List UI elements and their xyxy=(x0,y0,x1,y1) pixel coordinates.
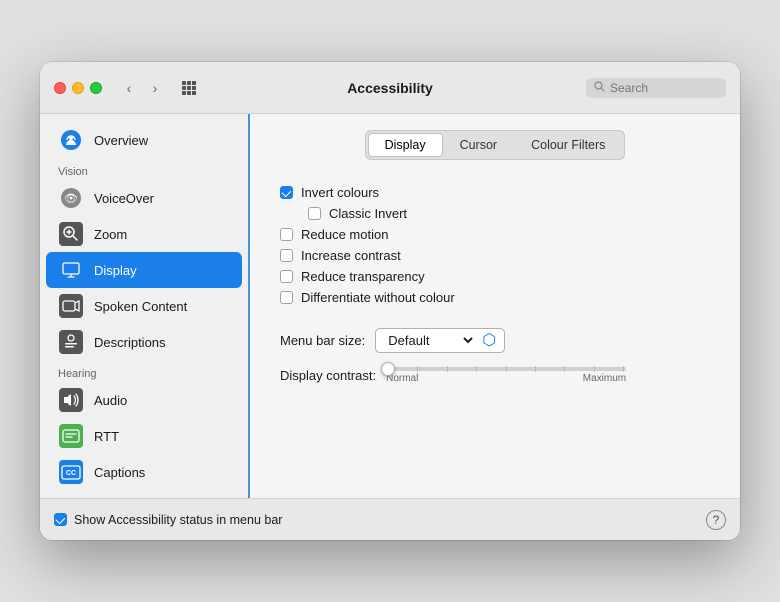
nav-buttons: ‹ › xyxy=(118,77,166,99)
differentiate-colour-label: Differentiate without colour xyxy=(301,290,455,305)
differentiate-colour-row: Differentiate without colour xyxy=(270,287,720,308)
zoom-label: Zoom xyxy=(94,227,127,242)
sidebar-item-rtt[interactable]: RTT xyxy=(46,418,242,454)
tab-display[interactable]: Display xyxy=(368,133,443,157)
classic-invert-label: Classic Invert xyxy=(329,206,407,221)
sidebar-item-descriptions[interactable]: Descriptions xyxy=(46,324,242,360)
reduce-transparency-checkbox[interactable] xyxy=(280,270,293,283)
tab-cursor[interactable]: Cursor xyxy=(443,133,515,157)
right-panel: Display Cursor Colour Filters Invert col… xyxy=(250,114,740,498)
overview-icon xyxy=(58,127,84,153)
traffic-lights xyxy=(54,82,102,94)
slider-thumb[interactable] xyxy=(381,362,395,376)
display-icon xyxy=(58,257,84,283)
spoken-content-label: Spoken Content xyxy=(94,299,187,314)
captions-label: Captions xyxy=(94,465,145,480)
invert-colours-checkbox[interactable] xyxy=(280,186,293,199)
captions-icon: CC xyxy=(58,459,84,485)
close-button[interactable] xyxy=(54,82,66,94)
reduce-motion-label: Reduce motion xyxy=(301,227,388,242)
display-label: Display xyxy=(94,263,137,278)
menu-bar-size-select[interactable]: Default Large xyxy=(384,332,476,349)
sidebar-item-zoom[interactable]: Zoom xyxy=(46,216,242,252)
sidebar-item-captions[interactable]: CC Captions xyxy=(46,454,242,490)
sidebar-item-display[interactable]: Display xyxy=(46,252,242,288)
slider-labels: Normal Maximum xyxy=(386,373,626,384)
invert-colours-row: Invert colours xyxy=(270,182,720,203)
help-button[interactable]: ? xyxy=(706,510,726,530)
reduce-transparency-label: Reduce transparency xyxy=(301,269,425,284)
invert-colours-label: Invert colours xyxy=(301,185,379,200)
overview-label: Overview xyxy=(94,133,148,148)
select-arrow-icon: ⬡ xyxy=(482,333,496,349)
search-icon xyxy=(594,81,605,95)
slider-max-label: Maximum xyxy=(583,373,626,384)
show-accessibility-checkbox[interactable] xyxy=(54,513,67,526)
minimize-button[interactable] xyxy=(72,82,84,94)
divider xyxy=(270,308,720,320)
classic-invert-checkbox[interactable] xyxy=(308,207,321,220)
display-contrast-row: Display contrast: xyxy=(270,361,720,390)
audio-label: Audio xyxy=(94,393,127,408)
spoken-content-icon xyxy=(58,293,84,319)
maximize-button[interactable] xyxy=(90,82,102,94)
search-input[interactable] xyxy=(610,81,718,95)
zoom-icon xyxy=(58,221,84,247)
svg-text:CC: CC xyxy=(66,470,76,477)
show-accessibility-label: Show Accessibility status in menu bar xyxy=(74,513,282,527)
audio-icon xyxy=(58,387,84,413)
main-content: Overview Vision 👁 VoiceOver xyxy=(40,114,740,498)
menu-bar-size-label: Menu bar size: xyxy=(280,333,365,348)
reduce-motion-row: Reduce motion xyxy=(270,224,720,245)
search-bar[interactable] xyxy=(586,78,726,98)
descriptions-label: Descriptions xyxy=(94,335,166,350)
bottom-bar: Show Accessibility status in menu bar ? xyxy=(40,498,740,540)
sidebar-item-spoken-content[interactable]: Spoken Content xyxy=(46,288,242,324)
reduce-motion-checkbox[interactable] xyxy=(280,228,293,241)
differentiate-colour-checkbox[interactable] xyxy=(280,291,293,304)
tab-colour-filters[interactable]: Colour Filters xyxy=(514,133,622,157)
voiceover-icon: 👁 xyxy=(58,185,84,211)
back-button[interactable]: ‹ xyxy=(118,77,140,99)
classic-invert-row: Classic Invert xyxy=(270,203,720,224)
main-window: ‹ › Accessibility xyxy=(40,62,740,540)
svg-text:👁: 👁 xyxy=(64,193,78,205)
menu-bar-size-select-wrapper[interactable]: Default Large ⬡ xyxy=(375,328,505,353)
descriptions-icon xyxy=(58,329,84,355)
sidebar-item-audio[interactable]: Audio xyxy=(46,382,242,418)
rtt-label: RTT xyxy=(94,429,119,444)
increase-contrast-checkbox[interactable] xyxy=(280,249,293,262)
rtt-icon xyxy=(58,423,84,449)
slider-container: Normal Maximum xyxy=(386,367,626,384)
voiceover-label: VoiceOver xyxy=(94,191,154,206)
menu-bar-size-row: Menu bar size: Default Large ⬡ xyxy=(270,320,720,361)
vision-section-label: Vision xyxy=(40,158,248,180)
increase-contrast-row: Increase contrast xyxy=(270,245,720,266)
slider-track[interactable] xyxy=(386,367,626,371)
sidebar-item-overview[interactable]: Overview xyxy=(46,122,242,158)
grid-button[interactable] xyxy=(178,77,200,99)
sidebar-item-voiceover[interactable]: 👁 VoiceOver xyxy=(46,180,242,216)
show-accessibility-row: Show Accessibility status in menu bar xyxy=(54,513,282,527)
sidebar: Overview Vision 👁 VoiceOver xyxy=(40,114,250,498)
forward-button[interactable]: › xyxy=(144,77,166,99)
display-contrast-label: Display contrast: xyxy=(280,368,376,383)
increase-contrast-label: Increase contrast xyxy=(301,248,401,263)
titlebar: ‹ › Accessibility xyxy=(40,62,740,114)
settings-content: Invert colours Classic Invert Reduce mot… xyxy=(270,178,720,394)
hearing-section-label: Hearing xyxy=(40,360,248,382)
reduce-transparency-row: Reduce transparency xyxy=(270,266,720,287)
tab-bar: Display Cursor Colour Filters xyxy=(365,130,626,160)
window-title: Accessibility xyxy=(347,80,433,96)
